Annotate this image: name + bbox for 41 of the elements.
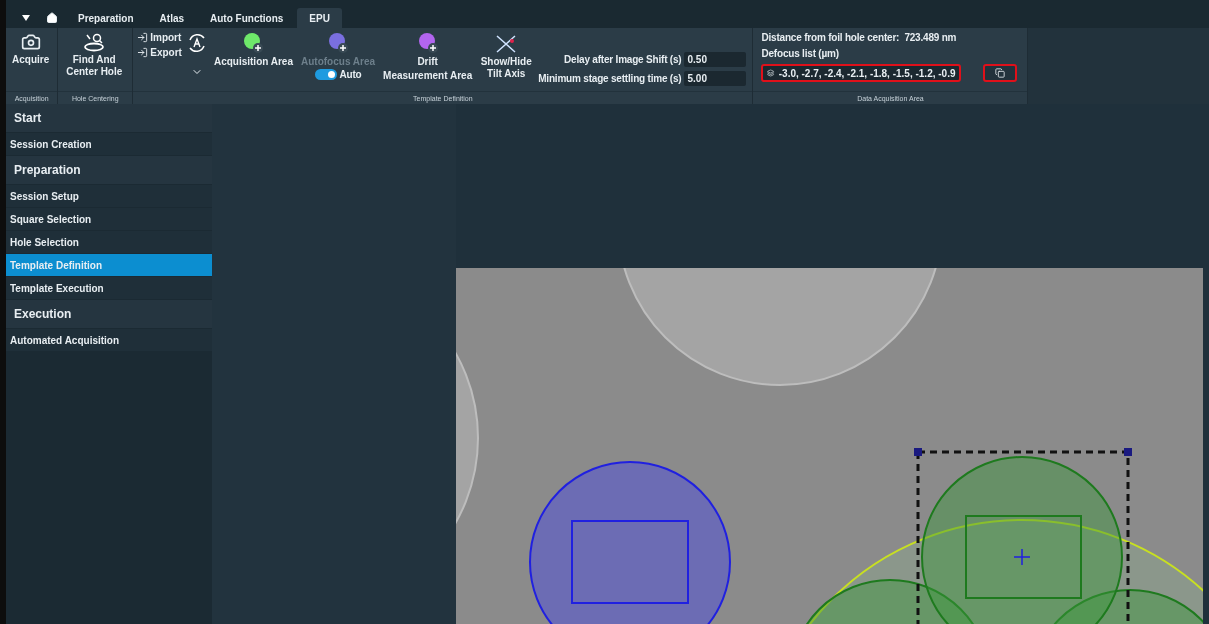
- menu-tab[interactable]: Preparation: [66, 8, 146, 28]
- section-header: Execution: [6, 300, 212, 328]
- find-and-center-hole-button[interactable]: Find And Center Hole: [62, 32, 127, 77]
- sidebar-item[interactable]: Hole Selection: [6, 231, 212, 253]
- home-icon[interactable]: [46, 12, 58, 24]
- section-header: Preparation: [6, 156, 212, 184]
- copy-button[interactable]: [983, 64, 1018, 82]
- setting-label: Delay after Image Shift (s): [564, 54, 682, 65]
- menu-tab[interactable]: Atlas: [147, 8, 197, 28]
- stack-icon: [767, 68, 775, 78]
- find-hole-icon: [82, 32, 107, 52]
- setting-input[interactable]: 5.00: [684, 71, 747, 86]
- area-button[interactable]: Acquisition Area: [211, 32, 295, 68]
- setting-input[interactable]: 0.50: [684, 52, 747, 67]
- sidebar-item[interactable]: Square Selection: [6, 208, 212, 230]
- toggle-label: Auto: [339, 68, 362, 80]
- copy-icon: [995, 68, 1006, 78]
- tilt-axis-button[interactable]: Show/Hide Tilt Axis: [478, 34, 535, 79]
- area-icon: [242, 32, 265, 54]
- acquire-button[interactable]: Acquire: [10, 32, 52, 66]
- menu-tab[interactable]: Auto Functions: [198, 8, 296, 28]
- camera-icon: [20, 32, 41, 52]
- arrow-into-box-icon: [137, 47, 149, 58]
- distance-text: Distance from foil hole center: 723.489 nm: [761, 32, 957, 43]
- area-icon: [416, 32, 439, 54]
- sidebar-item[interactable]: Session Creation: [6, 133, 212, 155]
- crossed-lines-icon: [495, 34, 518, 54]
- sidebar-item[interactable]: Session Setup: [6, 185, 212, 207]
- sidebar-item[interactable]: Template Execution: [6, 277, 212, 299]
- area-icon: [327, 32, 350, 54]
- defocus-input[interactable]: -3.0, -2.7, -2.4, -2.1, -1.8, -1.5, -1.2, -0.9: [761, 64, 962, 82]
- menu-tab[interactable]: EPU: [297, 8, 342, 28]
- defocus-label: Defocus list (µm): [761, 48, 839, 59]
- dropdown-triangle-icon[interactable]: [22, 15, 30, 21]
- arrow-into-box-icon: [137, 32, 149, 43]
- import-button[interactable]: Import: [137, 32, 182, 43]
- setting-label: Minimum stage settling time (s): [538, 73, 682, 84]
- export-button[interactable]: Export: [137, 47, 182, 58]
- sidebar-item[interactable]: Automated Acquisition: [6, 329, 212, 351]
- area-button[interactable]: Drift Measurement Area: [381, 32, 475, 81]
- section-header: Start: [6, 104, 212, 132]
